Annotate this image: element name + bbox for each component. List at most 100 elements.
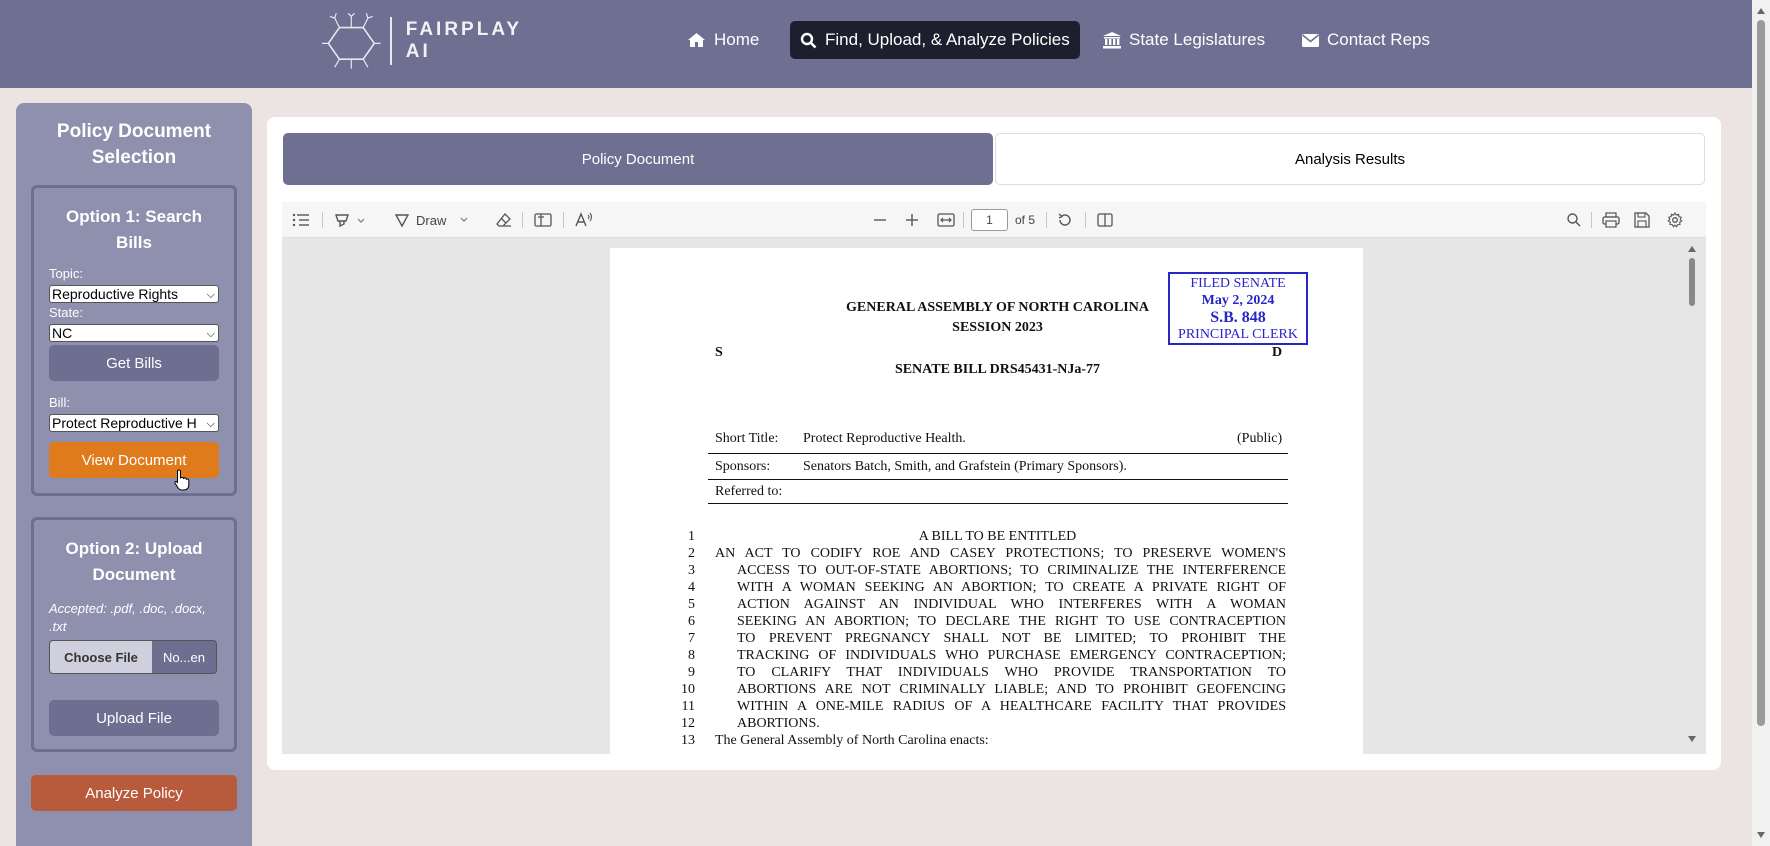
tab-policy-document[interactable]: Policy Document xyxy=(283,133,993,185)
nav-contact-label: Contact Reps xyxy=(1327,30,1430,49)
session-heading: SESSION 2023 xyxy=(952,320,1043,335)
logo-divider xyxy=(390,17,392,65)
letter-d: D xyxy=(1272,345,1283,360)
upload-file-button[interactable]: Upload File xyxy=(49,700,219,736)
text-box-icon[interactable] xyxy=(534,211,552,229)
nav-find-label: Find, Upload, & Analyze Policies xyxy=(825,30,1070,49)
save-icon[interactable] xyxy=(1634,211,1650,229)
search-icon xyxy=(800,32,817,48)
pen-icon xyxy=(394,214,410,228)
pdf-viewer: Draw 1 of 5 FILED SENATE May 2, 2024 S.B… xyxy=(282,202,1706,754)
nav-legislatures-label: State Legislatures xyxy=(1129,30,1266,49)
toolbar-divider xyxy=(1046,212,1047,228)
choose-file-button[interactable]: Choose File xyxy=(50,641,152,673)
bill-line: ABORTIONS. xyxy=(737,716,820,731)
option1-title: Option 1: Search Bills xyxy=(65,207,203,252)
sponsors-value: Senators Batch, Smith, and Grafstein (Pr… xyxy=(803,459,1127,474)
toolbar-divider xyxy=(1591,212,1592,228)
print-icon[interactable] xyxy=(1602,211,1620,229)
line-number: 3 xyxy=(688,563,695,578)
line-number: 6 xyxy=(688,614,695,629)
gear-icon[interactable] xyxy=(1667,211,1683,229)
brand-line1: FAIRPLAY xyxy=(405,19,522,40)
sidebar-title: Policy Document Selection xyxy=(56,121,212,168)
accepted-formats-text: Accepted: .pdf, .doc, .docx, .txt xyxy=(49,601,206,634)
view-document-button[interactable]: View Document xyxy=(49,442,219,478)
eraser-icon[interactable] xyxy=(496,211,512,229)
bill-line: WITHIN A ONE-MILE RADIUS OF A HEALTHCARE… xyxy=(737,699,1286,714)
highlight-icon[interactable] xyxy=(334,211,370,229)
line-number: 2 xyxy=(688,546,695,561)
senate-bill-id: SENATE BILL DRS45431-NJa-77 xyxy=(894,362,1101,377)
page-scrollbar[interactable] xyxy=(1752,0,1770,846)
fit-width-icon[interactable] xyxy=(937,211,955,229)
stamp-line-filed: FILED SENATE xyxy=(1190,276,1286,291)
bill-select-value: Protect Reproductive H xyxy=(52,415,197,431)
option1-search-box: Option 1: Search Bills Topic: Reproducti… xyxy=(31,185,237,496)
pdf-toolbar: Draw 1 of 5 xyxy=(282,202,1706,238)
rotate-icon[interactable] xyxy=(1057,211,1073,229)
nav-home-label: Home xyxy=(714,30,760,49)
draw-label: Draw xyxy=(416,212,447,228)
nav-home[interactable]: Home xyxy=(677,21,769,59)
zoom-out-icon[interactable] xyxy=(873,211,887,229)
brand-line2: AI xyxy=(405,41,431,62)
nav-contact-reps[interactable]: Contact Reps xyxy=(1292,21,1440,59)
read-aloud-icon[interactable] xyxy=(575,211,593,229)
toolbar-divider xyxy=(963,212,964,228)
referred-label: Referred to: xyxy=(715,484,783,499)
bill-label: Bill: xyxy=(49,395,70,410)
line-number: 5 xyxy=(688,597,695,612)
state-select[interactable]: NC ⌵ xyxy=(49,324,219,342)
line-number: 13 xyxy=(681,733,695,748)
file-input[interactable]: Choose File No...en xyxy=(49,640,217,674)
viewer-scrollbar[interactable] xyxy=(1686,244,1698,744)
fairplay-logo[interactable]: FAIRPLAY AI xyxy=(322,6,522,76)
bill-line: TO CLARIFY THAT INDIVIDUALS WHO PROVIDE … xyxy=(737,665,1286,680)
rule xyxy=(708,479,1288,480)
bill-line: WITH A WOMAN SEEKING AN ABORTION; TO CRE… xyxy=(737,580,1286,595)
topic-select[interactable]: Reproductive Rights ⌵ xyxy=(49,285,219,303)
bill-line: SEEKING AN ABORTION; TO DECLARE THE RIGH… xyxy=(737,614,1286,629)
landmark-icon xyxy=(1103,31,1121,48)
hand-cursor-icon xyxy=(174,469,190,491)
draw-tool[interactable]: Draw xyxy=(394,211,468,229)
short-title-value: Protect Reproductive Health. xyxy=(803,431,966,446)
brand-name: FAIRPLAY AI xyxy=(406,19,522,63)
line-number: 9 xyxy=(688,665,695,680)
line-number: 10 xyxy=(681,682,695,697)
short-title-label: Short Title: xyxy=(715,431,779,446)
search-icon[interactable] xyxy=(1566,211,1582,229)
bill-line: AN ACT TO CODIFY ROE AND CASEY PROTECTIO… xyxy=(715,546,1286,561)
toolbar-divider xyxy=(522,212,523,228)
toolbar-divider xyxy=(563,212,564,228)
nav-find-upload-analyze[interactable]: Find, Upload, & Analyze Policies xyxy=(790,21,1080,59)
sponsors-label: Sponsors: xyxy=(715,459,771,474)
bill-select[interactable]: Protect Reproductive H ⌵ xyxy=(49,414,219,432)
public-marker: (Public) xyxy=(1237,431,1283,446)
page-number-input[interactable]: 1 xyxy=(971,209,1008,231)
page-view-icon[interactable] xyxy=(1097,211,1113,229)
topic-select-value: Reproductive Rights xyxy=(52,286,179,302)
chevron-down-icon: ⌵ xyxy=(206,328,215,340)
bill-line: TO PREVENT PREGNANCY SHALL NOT BE LIMITE… xyxy=(737,631,1286,646)
state-label: State: xyxy=(49,305,83,320)
line-number: 7 xyxy=(688,631,695,646)
tab-analysis-results[interactable]: Analysis Results xyxy=(995,133,1705,185)
rule xyxy=(708,453,1288,454)
line-number: 11 xyxy=(681,699,695,714)
outline-icon[interactable] xyxy=(292,211,310,229)
rule xyxy=(708,503,1288,504)
bill-line: ABORTIONS ARE NOT CRIMINALLY LIABLE; AND… xyxy=(737,682,1286,697)
top-navbar: FAIRPLAY AI Home Find, Upload, & Analyze… xyxy=(0,0,1752,88)
analyze-policy-button[interactable]: Analyze Policy xyxy=(31,775,237,811)
line-number: 4 xyxy=(688,580,695,595)
nav-state-legislatures[interactable]: State Legislatures xyxy=(1093,21,1275,59)
bill-line: A BILL TO BE ENTITLED xyxy=(918,529,1077,544)
bill-line: ACTION AGAINST AN INDIVIDUAL WHO INTERFE… xyxy=(737,597,1286,612)
zoom-in-icon[interactable] xyxy=(905,211,919,229)
get-bills-button[interactable]: Get Bills xyxy=(49,345,219,381)
chevron-down-icon: ⌵ xyxy=(206,289,215,301)
option2-upload-box: Option 2: Upload Document Accepted: .pdf… xyxy=(31,517,237,752)
toolbar-divider xyxy=(322,212,323,228)
